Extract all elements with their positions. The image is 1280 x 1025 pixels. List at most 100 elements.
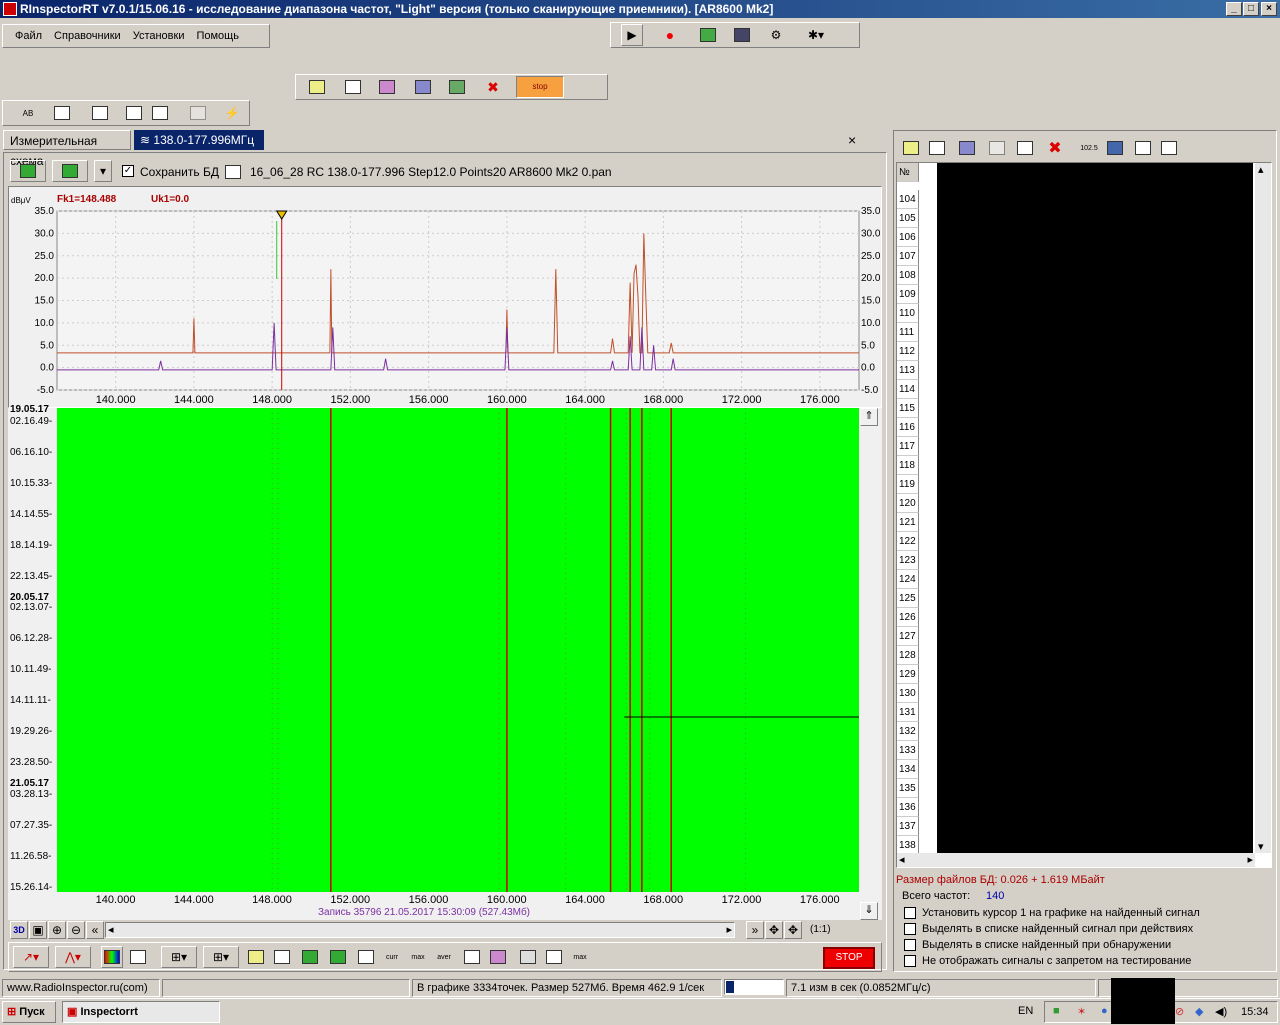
row-number[interactable]: 109 xyxy=(897,285,919,304)
stop-scan-button[interactable]: stop xyxy=(516,76,564,98)
row-number[interactable]: 115 xyxy=(897,399,919,418)
curr-button[interactable]: curr xyxy=(381,946,403,968)
book-button[interactable] xyxy=(89,102,111,124)
zoom-in-button[interactable]: ⊕ xyxy=(48,921,66,939)
option-checkbox[interactable] xyxy=(904,939,916,952)
mark-dropdown[interactable]: ⊞▾ xyxy=(161,946,197,968)
upload-button[interactable] xyxy=(52,160,88,182)
spectrum-chart[interactable]: Fk1=148.488 Uk1=0.0 dBμV 35.0 35.0 30.0 30.… xyxy=(8,186,882,408)
trace-mode-dropdown[interactable]: ⋀▾ xyxy=(55,946,91,968)
row-number[interactable]: 111 xyxy=(897,323,919,342)
row-number[interactable]: 108 xyxy=(897,266,919,285)
hist-button[interactable] xyxy=(461,946,483,968)
aver-button[interactable]: aver xyxy=(433,946,455,968)
row-number[interactable]: 117 xyxy=(897,437,919,456)
scroll-down-button[interactable]: ⇓ xyxy=(860,902,878,920)
fit-h-button[interactable]: ✥ xyxy=(765,921,783,939)
row-number[interactable]: 105 xyxy=(897,209,919,228)
docs-button[interactable] xyxy=(149,102,171,124)
blank-button[interactable] xyxy=(127,946,149,968)
row-number[interactable]: 135 xyxy=(897,779,919,798)
frequency-table[interactable]: № 104 105 106 107 108 109 110 111 112 113 114 115 11… xyxy=(896,162,1272,868)
play-button[interactable]: ▶ xyxy=(621,24,643,46)
trace-avg-button[interactable] xyxy=(355,946,377,968)
tower-button[interactable]: ⚡ xyxy=(221,102,243,124)
row-number[interactable]: 130 xyxy=(897,684,919,703)
menu-references[interactable]: Справочники xyxy=(48,26,127,46)
color-button[interactable] xyxy=(101,946,123,968)
row-number[interactable]: 107 xyxy=(897,247,919,266)
row-number[interactable]: 119 xyxy=(897,475,919,494)
mark2-dropdown[interactable]: ⊞▾ xyxy=(203,946,239,968)
tray-icon-5[interactable]: ◆ xyxy=(1195,1005,1203,1018)
scroll-up-button[interactable]: ⇑ xyxy=(860,408,878,426)
start-button[interactable]: ⊞ Пуск xyxy=(2,1001,56,1023)
monitor-button[interactable] xyxy=(446,76,468,98)
r-report-button[interactable] xyxy=(1132,137,1154,159)
row-number[interactable]: 124 xyxy=(897,570,919,589)
list2-button[interactable] xyxy=(271,946,293,968)
close-button[interactable]: × xyxy=(1261,2,1277,16)
row-number[interactable]: 137 xyxy=(897,817,919,836)
row-number[interactable]: 118 xyxy=(897,456,919,475)
row-number[interactable]: 121 xyxy=(897,513,919,532)
option-0[interactable]: Установить курсор 1 на графике на найден… xyxy=(904,905,1274,921)
menu-file[interactable]: Файл xyxy=(9,26,48,46)
vertical-scrollbar[interactable]: ▴ ▾ xyxy=(1255,163,1271,853)
row-number[interactable]: 113 xyxy=(897,361,919,380)
r-delete-button[interactable]: ✖ xyxy=(1044,137,1066,159)
volume-icon[interactable]: ◀) xyxy=(1215,1005,1227,1018)
spectrum-button[interactable] xyxy=(376,76,398,98)
option-checkbox[interactable] xyxy=(904,955,916,968)
row-number[interactable]: 132 xyxy=(897,722,919,741)
option-1[interactable]: Выделять в списке найденный сигнал при д… xyxy=(904,921,1274,937)
tray-icon-4[interactable]: ⊘ xyxy=(1175,1005,1184,1018)
r-delete-row-button[interactable] xyxy=(1014,137,1036,159)
row-number[interactable]: 128 xyxy=(897,646,919,665)
row-number[interactable]: 134 xyxy=(897,760,919,779)
menu-settings[interactable]: Установки xyxy=(127,26,191,46)
r-list-button[interactable] xyxy=(926,137,948,159)
antenna-dropdown[interactable]: ✱▾ xyxy=(799,24,833,46)
download-button[interactable] xyxy=(10,160,46,182)
trash-button[interactable] xyxy=(517,946,539,968)
scroll-end-button[interactable]: » xyxy=(746,921,764,939)
grid-button[interactable] xyxy=(697,24,719,46)
scroll-start-button[interactable]: « xyxy=(86,921,104,939)
connect-button[interactable]: ⚙ xyxy=(765,24,787,46)
menu-help[interactable]: Помощь xyxy=(190,26,245,46)
receiver-button[interactable] xyxy=(731,24,753,46)
minimize-button[interactable]: _ xyxy=(1226,2,1242,16)
waterfall-display[interactable] xyxy=(57,408,859,892)
option-2[interactable]: Выделять в списке найденный при обнаруже… xyxy=(904,937,1274,953)
row-number[interactable]: 106 xyxy=(897,228,919,247)
save-db-checkbox[interactable]: ✓ xyxy=(122,165,134,178)
row-number[interactable]: 104 xyxy=(897,190,919,209)
row-number[interactable]: 125 xyxy=(897,589,919,608)
open-file-button[interactable] xyxy=(245,946,267,968)
file-button[interactable] xyxy=(222,161,244,183)
table-hscrollbar[interactable]: ◂ ▸ xyxy=(897,853,1255,867)
r-clipboard-button[interactable] xyxy=(1158,137,1180,159)
row-number[interactable]: 136 xyxy=(897,798,919,817)
3d-button[interactable]: 3D xyxy=(10,921,28,939)
image-button[interactable] xyxy=(187,102,209,124)
delete-button[interactable]: ✖ xyxy=(482,76,504,98)
edit-button[interactable] xyxy=(543,946,565,968)
row-number[interactable]: 131 xyxy=(897,703,919,722)
lang-indicator[interactable]: EN xyxy=(1018,1005,1033,1017)
r-export-button[interactable] xyxy=(1104,137,1126,159)
option-checkbox[interactable] xyxy=(904,923,916,936)
taskbar-app[interactable]: ▣ Inspectorrt xyxy=(62,1001,220,1023)
list-button[interactable] xyxy=(342,76,364,98)
option-checkbox[interactable] xyxy=(904,907,916,920)
horizontal-scrollbar[interactable]: ◂ ▸ xyxy=(105,922,735,938)
row-number[interactable]: 126 xyxy=(897,608,919,627)
row-number[interactable]: 122 xyxy=(897,532,919,551)
import-button[interactable] xyxy=(327,946,349,968)
fit-v-button[interactable]: ✥ xyxy=(784,921,802,939)
tray-icon-3[interactable]: ● xyxy=(1101,1005,1108,1017)
zoom-out-button[interactable]: ⊖ xyxy=(67,921,85,939)
r-save-button[interactable] xyxy=(956,137,978,159)
maximize-button[interactable]: □ xyxy=(1243,2,1259,16)
